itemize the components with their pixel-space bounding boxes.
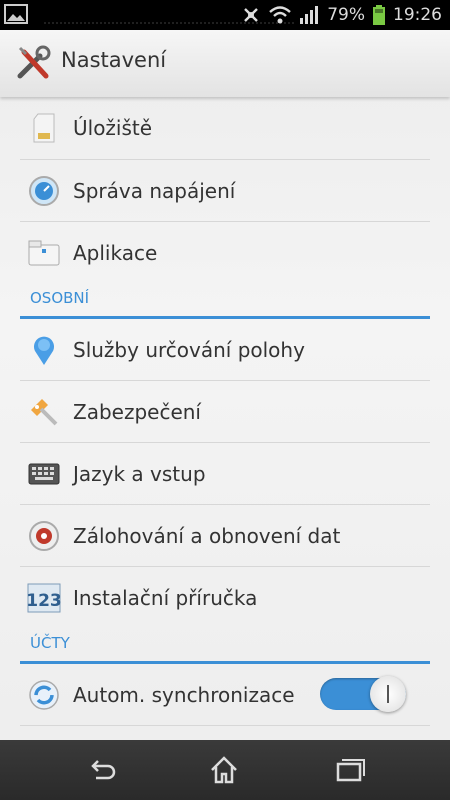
signal-icon xyxy=(300,6,319,24)
auto-sync-toggle[interactable] xyxy=(320,676,406,712)
settings-item-label: Aplikace xyxy=(73,240,158,265)
folder-apps-icon xyxy=(26,235,62,271)
action-bar: Nastavení xyxy=(0,30,450,97)
sync-icon xyxy=(26,677,62,713)
settings-item-label: Jazyk a vstup xyxy=(73,461,206,486)
wifi-icon xyxy=(269,6,292,24)
backup-icon xyxy=(26,518,62,554)
nfc-off-icon xyxy=(244,8,259,22)
settings-item-label: Autom. synchronizace xyxy=(73,682,295,707)
section-label: OSOBNÍ xyxy=(30,289,90,307)
settings-item-language[interactable]: Jazyk a vstup xyxy=(20,443,430,505)
toggle-knob[interactable] xyxy=(370,676,406,712)
keyboard-icon xyxy=(26,456,62,492)
settings-item-storage[interactable]: Úložiště xyxy=(20,97,430,160)
settings-item-setup-guide[interactable]: 123 Instalační příručka xyxy=(20,567,430,628)
security-key-icon xyxy=(26,394,62,430)
settings-item-label: Instalační příručka xyxy=(73,585,258,610)
back-icon xyxy=(91,760,116,780)
svg-text:123: 123 xyxy=(27,591,61,611)
battery-icon xyxy=(373,5,385,25)
section-header-accounts: ÚČTY xyxy=(20,628,430,664)
home-icon xyxy=(211,756,237,784)
clock: 19:26 xyxy=(393,5,442,25)
sd-card-icon xyxy=(26,110,62,146)
settings-item-label: Správa napájení xyxy=(73,178,236,203)
section-header-personal: OSOBNÍ xyxy=(20,283,430,319)
power-gauge-icon xyxy=(26,173,62,209)
location-pin-icon xyxy=(26,332,62,368)
battery-percent: 79% xyxy=(327,5,365,25)
settings-item-location[interactable]: Služby určování polohy xyxy=(20,319,430,381)
settings-item-label: Zabezpečení xyxy=(73,399,201,424)
page-title: Nastavení xyxy=(61,48,167,72)
settings-item-apps[interactable]: Aplikace xyxy=(20,222,430,283)
recent-apps-button[interactable] xyxy=(334,754,368,786)
settings-item-label: Úložiště xyxy=(73,116,153,140)
settings-item-security[interactable]: Zabezpečení xyxy=(20,381,430,443)
status-bar: 79% 19:26 xyxy=(0,0,450,30)
settings-item-label: Zálohování a obnovení dat xyxy=(73,523,341,548)
navigation-bar xyxy=(0,740,450,800)
settings-item-power[interactable]: Správa napájení xyxy=(20,160,430,222)
settings-tools-icon[interactable] xyxy=(14,44,54,84)
home-button[interactable] xyxy=(208,754,242,786)
setup-guide-icon: 123 xyxy=(26,580,62,616)
settings-item-label: Služby určování polohy xyxy=(73,337,305,362)
back-button[interactable] xyxy=(86,754,120,786)
settings-list: Úložiště Správa napájení Aplikace OSOBNÍ… xyxy=(20,97,430,726)
settings-item-backup[interactable]: Zálohování a obnovení dat xyxy=(20,505,430,567)
settings-item-auto-sync[interactable]: Autom. synchronizace xyxy=(20,664,430,726)
recent-apps-icon xyxy=(336,759,365,782)
image-notification-icon xyxy=(4,4,28,24)
section-label: ÚČTY xyxy=(30,634,70,652)
